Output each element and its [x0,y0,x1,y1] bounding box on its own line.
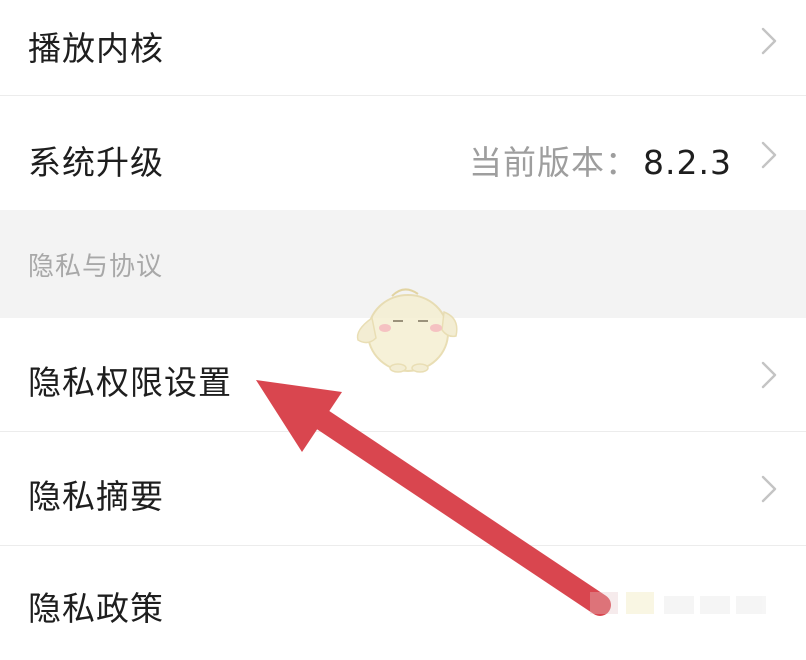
version-value: 当前版本： 8.2.3 [469,136,732,184]
settings-row-label: 播放内核 [28,29,164,68]
settings-row-label: 隐私政策 [28,589,164,628]
chevron-right-icon [761,475,777,503]
section-title: 隐私与协议 [28,252,164,282]
version-number: 8.2.3 [643,143,732,182]
settings-row-privacy-summary[interactable]: 隐私摘要 [0,432,806,546]
chevron-right-icon [761,27,777,55]
settings-row-label: 系统升级 [28,143,164,182]
settings-row-privacy-permissions[interactable]: 隐私权限设置 [0,318,806,432]
settings-row-playback-core[interactable]: 播放内核 [0,0,806,96]
chevron-right-icon [761,141,777,169]
section-header-privacy: 隐私与协议 [0,210,806,318]
version-prefix: 当前版本： [469,143,640,182]
chevron-right-icon [761,361,777,389]
settings-row-label: 隐私权限设置 [28,363,232,402]
settings-row-label: 隐私摘要 [28,477,164,516]
settings-row-privacy-policy[interactable]: 隐私政策 [0,546,806,660]
settings-row-system-upgrade[interactable]: 系统升级 当前版本： 8.2.3 [0,96,806,210]
